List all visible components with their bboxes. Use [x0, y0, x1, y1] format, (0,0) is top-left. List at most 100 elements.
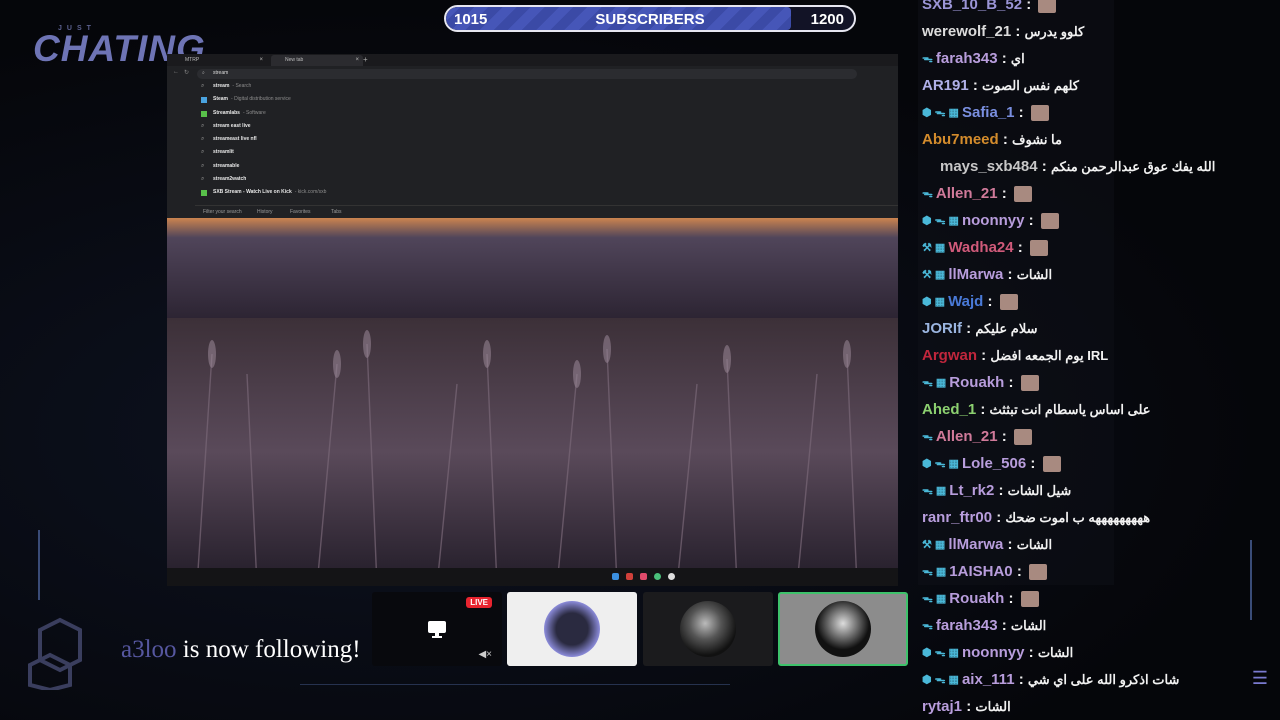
chat-username[interactable]: Rouakh [949, 590, 1004, 607]
chat-username[interactable]: Wadha24 [948, 239, 1013, 256]
taskbar-app-icon[interactable] [640, 573, 647, 580]
chat-message: ⬢ ᯓ ▦ noonnyy : الشات [922, 639, 1278, 666]
chat-message: Ahed_1 : على اساس ياسطام انت تبثثث [922, 396, 1278, 423]
chat-emote [1029, 240, 1048, 257]
tab-title: MTRP [185, 57, 200, 63]
suggestion-subtitle: - Digital distribution service [231, 96, 291, 103]
suggestion-title: stream east live [213, 122, 251, 129]
chat-separator: : [962, 320, 976, 337]
suggestion-item[interactable]: ⌕ stream east live [195, 120, 898, 133]
chat-separator: : [1024, 212, 1038, 229]
chat-separator: : [997, 617, 1011, 634]
chat-username[interactable]: llMarwa [948, 536, 1003, 553]
chat-username[interactable]: Safia_1 [962, 104, 1015, 121]
chat-separator: : [1014, 104, 1028, 121]
chat-username[interactable]: 1AISHA0 [949, 563, 1012, 580]
taskbar-app-icon[interactable] [668, 573, 675, 580]
browser-tab-2[interactable]: New tab × [271, 55, 363, 66]
browser-tab-1[interactable]: MTRP × [171, 55, 267, 66]
suggestion-item[interactable]: ⌕ streameast live nfl [195, 133, 898, 146]
taskbar-app-icon[interactable] [626, 573, 633, 580]
chat-username[interactable]: Abu7meed [922, 131, 999, 148]
monitor-icon [428, 621, 446, 638]
chat-text: اي [1010, 51, 1025, 66]
suggestion-item[interactable]: ⌕ stream - Search [195, 80, 898, 93]
chat-emote [1013, 429, 1032, 446]
search-icon: ⌕ [201, 83, 205, 89]
chat-message: ᯓ Allen_21 : [922, 423, 1278, 450]
chat-message: ⚒ ▦ llMarwa : الشات [922, 261, 1278, 288]
chat-username[interactable]: llMarwa [948, 266, 1003, 283]
chat-separator: : [998, 131, 1013, 148]
chat-separator: : [1026, 455, 1040, 472]
browser-taskbar-icon[interactable] [654, 573, 661, 580]
chat-username[interactable]: noonnyy [962, 212, 1025, 229]
search-icon: ⌕ [201, 122, 205, 129]
search-icon: ⌕ [201, 136, 205, 143]
close-icon[interactable]: × [355, 55, 359, 66]
mute-icon[interactable]: ◀× [478, 649, 492, 660]
chat-separator: : [1011, 23, 1025, 40]
back-icon[interactable]: ← [173, 69, 179, 75]
chat-message: ⬢ ᯓ ▦ Safia_1 : [922, 99, 1278, 126]
suggestion-subtitle: - Search [232, 83, 252, 89]
suggestion-item[interactable]: Streamlabs - Software [195, 107, 898, 120]
chat-separator: : [997, 428, 1011, 445]
menu-icon[interactable]: ☰ [1252, 668, 1268, 689]
suggestion-title: SXB Stream - Watch Live on Kick [213, 189, 292, 196]
chat-username[interactable]: JORIf [922, 320, 962, 337]
suggestion-title: stream2watch [213, 176, 247, 183]
chat-username[interactable]: Rouakh [949, 374, 1004, 391]
chat-username[interactable]: Allen_21 [936, 428, 998, 445]
chat-separator: : [976, 401, 990, 418]
chat-username[interactable]: Allen_21 [936, 185, 998, 202]
chat-username[interactable]: Lole_506 [962, 455, 1026, 472]
address-bar[interactable]: ⌕ stream [197, 69, 857, 79]
suggestion-title: streamable [213, 162, 240, 169]
suggestion-item[interactable]: ⌕ streamlit [195, 146, 898, 159]
chat-username[interactable]: Ahed_1 [922, 401, 976, 418]
chat-username[interactable]: Wajd [948, 293, 983, 310]
suggestion-item[interactable]: Steam - Digital distribution service [195, 93, 898, 106]
refresh-icon[interactable]: ↻ [184, 69, 189, 76]
chat-username[interactable]: ranr_ftr00 [922, 509, 992, 526]
chat-username[interactable]: farah343 [936, 617, 998, 634]
chat-username[interactable]: noonnyy [962, 644, 1025, 661]
tabs-button[interactable]: Tabs [331, 206, 342, 218]
search-icon: ⌕ [202, 70, 205, 76]
favorites-button[interactable]: Favorites [290, 206, 311, 218]
chat-separator: : [1004, 590, 1018, 607]
suggestion-item[interactable]: ⌕ streamable [195, 160, 898, 173]
suggestion-item[interactable]: ⌕ stream2watch [195, 173, 898, 186]
chat-separator: : [1037, 158, 1051, 175]
cam-slot-screen: LIVE ◀× [372, 592, 502, 666]
chat-separator: : [997, 50, 1011, 67]
chat-message: ᯓ ▦ 1AISHA0 : [922, 558, 1278, 585]
chat-username[interactable]: AR191 [922, 77, 969, 94]
chat-username[interactable]: werewolf_21 [922, 23, 1011, 40]
chat-separator: : [1013, 239, 1027, 256]
chat-username[interactable]: Lt_rk2 [949, 482, 994, 499]
chat-text: شيل الشات [1007, 483, 1072, 498]
avatar [544, 601, 600, 657]
cam-slot-batman-avatar [507, 592, 637, 666]
chat-emote [1040, 213, 1059, 230]
chat-separator: : [1004, 374, 1018, 391]
browser-window: MTRP × New tab × + ← ↻ ⌕ stream ⌕ stream - S… [167, 54, 898, 218]
close-icon[interactable]: × [259, 55, 263, 66]
tab-title: New tab [285, 57, 304, 63]
new-tab-button[interactable]: + [363, 55, 368, 64]
suggestion-item[interactable]: SXB Stream - Watch Live on Kick - kick.co… [195, 186, 898, 199]
history-button[interactable]: History [257, 206, 273, 218]
windows-start-icon[interactable] [612, 573, 619, 580]
follow-alert: a3loo is now following! [121, 636, 361, 664]
chat-username[interactable]: mays_sxb484 [940, 158, 1038, 175]
chat-username[interactable]: SXB_10_B_52 [922, 0, 1022, 13]
chat-username[interactable]: rytaj1 [922, 698, 962, 715]
chat-message: ⬢ ᯓ ▦ Lole_506 : [922, 450, 1278, 477]
chat-username[interactable]: farah343 [936, 50, 998, 67]
chat-username[interactable]: Argwan [922, 347, 977, 364]
cam-slot-active-speaker [778, 592, 908, 666]
chat-username[interactable]: aix_111 [962, 671, 1015, 688]
chat-message: mays_sxb484 : الله يفك عوق عبدالرحمن منك… [940, 153, 1280, 180]
